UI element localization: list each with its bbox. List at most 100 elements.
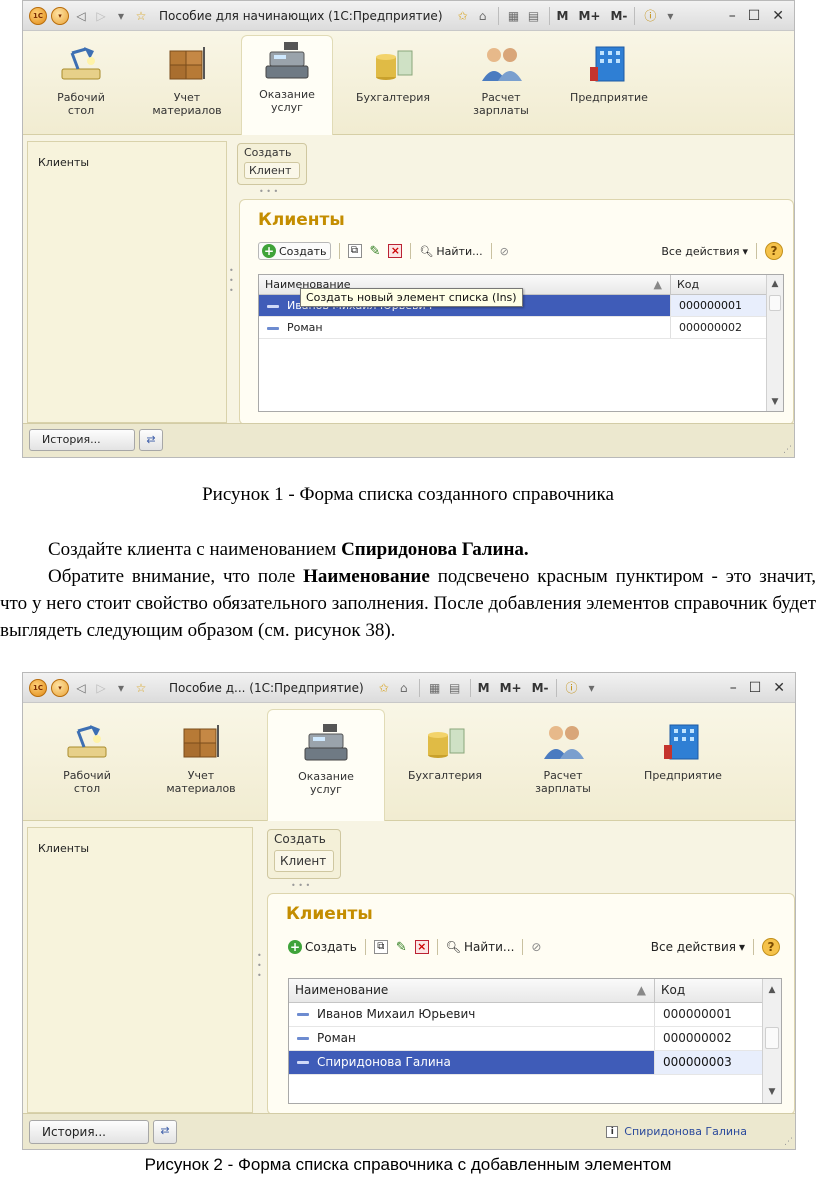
- scroll-up-icon[interactable]: ▲: [763, 979, 781, 1001]
- splitter-handle[interactable]: • • •: [257, 951, 262, 981]
- section-accounting[interactable]: Бухгалтерия: [393, 717, 497, 782]
- info-icon[interactable]: ⓘ: [564, 680, 580, 696]
- minimize-icon[interactable]: –: [730, 680, 737, 696]
- back-arrow-icon[interactable]: ◁: [73, 680, 89, 696]
- back-arrow-icon[interactable]: ◁: [73, 8, 89, 24]
- scroll-down-icon[interactable]: ▼: [767, 393, 783, 411]
- find-button[interactable]: 🔍︎ Найти...: [419, 245, 482, 258]
- section-enterprise[interactable]: Предприятие: [563, 39, 655, 104]
- create-client-button[interactable]: Клиент: [274, 850, 334, 872]
- app-logo-icon[interactable]: 1С: [29, 678, 47, 697]
- vertical-scrollbar[interactable]: ▲ ▼: [766, 275, 783, 411]
- table-row[interactable]: Спиридонова Галина 000000003: [289, 1051, 781, 1075]
- nav-item-clients[interactable]: Клиенты: [28, 142, 226, 183]
- history-dropdown-icon[interactable]: ▾: [113, 8, 129, 24]
- calendar-icon[interactable]: ▤: [447, 680, 463, 696]
- section-payroll[interactable]: Расчет зарплаты: [455, 39, 547, 117]
- form-title: Клиенты: [258, 210, 345, 230]
- copy-icon[interactable]: ⧉: [347, 244, 362, 258]
- memory-mplus-button[interactable]: M+: [578, 9, 600, 23]
- memory-mplus-button[interactable]: M+: [500, 681, 522, 695]
- favorites-star-icon[interactable]: ☆: [133, 8, 149, 24]
- app-logo-icon[interactable]: 1С: [29, 6, 47, 25]
- find-button[interactable]: 🔍︎ Найти...: [446, 940, 515, 954]
- close-icon[interactable]: ✕: [772, 8, 784, 24]
- memory-mminus-button[interactable]: M-: [532, 681, 549, 695]
- home-icon[interactable]: ⌂: [396, 680, 412, 696]
- calculator-icon[interactable]: ▦: [427, 680, 443, 696]
- memory-m-button[interactable]: M: [478, 681, 490, 695]
- calendar-icon[interactable]: ▤: [526, 8, 542, 24]
- section-label: Бухгалтерия: [355, 91, 431, 104]
- scroll-up-icon[interactable]: ▲: [767, 275, 783, 293]
- section-materials[interactable]: Учет материалов: [141, 39, 233, 117]
- edit-pencil-icon[interactable]: ✎: [396, 940, 407, 955]
- splitter-handle[interactable]: • • •: [229, 266, 234, 296]
- figure-caption-2: Рисунок 2 - Форма списка справочника с д…: [144, 1155, 672, 1174]
- column-header-code[interactable]: Код: [655, 979, 763, 1003]
- memory-mminus-button[interactable]: M-: [610, 9, 627, 23]
- info-dropdown-icon[interactable]: ▾: [662, 8, 678, 24]
- vertical-scrollbar[interactable]: ▲ ▼: [762, 979, 781, 1103]
- column-header-name[interactable]: Наименование ▲: [289, 979, 655, 1003]
- forward-arrow-icon[interactable]: ▷: [93, 680, 109, 696]
- edit-pencil-icon[interactable]: ✎: [370, 244, 381, 259]
- connections-icon[interactable]: ⇄: [153, 1120, 177, 1144]
- scroll-thumb[interactable]: [765, 1027, 779, 1049]
- cancel-search-icon[interactable]: ⊘: [500, 245, 509, 258]
- home-icon[interactable]: ⌂: [475, 8, 491, 24]
- section-materials[interactable]: Учет материалов: [155, 717, 247, 795]
- help-icon[interactable]: ?: [765, 242, 783, 260]
- building-icon: [586, 43, 632, 83]
- history-button[interactable]: История...: [29, 429, 135, 451]
- navigation-panel: Клиенты: [27, 827, 253, 1113]
- resize-grip-icon[interactable]: ⋰: [784, 1137, 793, 1147]
- scroll-thumb[interactable]: [769, 295, 781, 311]
- scroll-down-icon[interactable]: ▼: [763, 1081, 781, 1103]
- section-enterprise[interactable]: Предприятие: [633, 717, 733, 782]
- help-icon[interactable]: ?: [762, 938, 780, 956]
- info-dropdown-icon[interactable]: ▾: [584, 680, 600, 696]
- info-icon[interactable]: ⓘ: [642, 8, 658, 24]
- calculator-icon[interactable]: ▦: [506, 8, 522, 24]
- history-dropdown-icon[interactable]: ▾: [113, 680, 129, 696]
- nav-item-clients[interactable]: Клиенты: [28, 828, 252, 869]
- section-payroll[interactable]: Расчет зарплаты: [517, 717, 609, 795]
- add-favorite-icon[interactable]: ✩: [455, 8, 471, 24]
- all-actions-button[interactable]: Все действия ▾: [661, 245, 748, 258]
- maximize-icon[interactable]: ☐: [748, 8, 761, 24]
- connections-icon[interactable]: ⇄: [139, 429, 163, 451]
- section-desktop[interactable]: Рабочий стол: [35, 39, 127, 117]
- cancel-search-icon[interactable]: ⊘: [531, 940, 541, 954]
- section-services[interactable]: Оказание услуг: [241, 35, 333, 135]
- memory-m-button[interactable]: M: [557, 9, 569, 23]
- table-row[interactable]: Роман 000000002: [289, 1027, 781, 1051]
- favorites-star-icon[interactable]: ☆: [133, 680, 149, 696]
- section-desktop[interactable]: Рабочий стол: [41, 717, 133, 795]
- delete-mark-icon[interactable]: ×: [414, 940, 429, 954]
- section-services[interactable]: Оказание услуг: [267, 709, 385, 821]
- add-favorite-icon[interactable]: ✩: [376, 680, 392, 696]
- magnifier-icon: 🔍︎: [419, 244, 434, 258]
- create-client-button[interactable]: Клиент: [244, 162, 300, 179]
- create-button[interactable]: + Создать: [288, 940, 357, 954]
- create-panel: Создать Клиент: [267, 829, 341, 879]
- menu-dropdown-icon[interactable]: ▾: [51, 6, 69, 25]
- delete-mark-icon[interactable]: ×: [388, 244, 403, 258]
- copy-icon[interactable]: ⧉: [373, 940, 388, 954]
- resize-grip-icon[interactable]: ⋰: [783, 445, 792, 455]
- close-icon[interactable]: ✕: [773, 680, 785, 696]
- column-header-code[interactable]: Код: [671, 275, 767, 295]
- table-row[interactable]: Роман 000000002: [259, 317, 783, 339]
- section-label: Расчет зарплаты: [473, 91, 529, 117]
- section-accounting[interactable]: Бухгалтерия: [347, 39, 439, 104]
- clients-table[interactable]: Наименование ▲ Код Иванов Михаил Юрьевич…: [288, 978, 782, 1104]
- menu-dropdown-icon[interactable]: ▾: [51, 678, 69, 697]
- table-row[interactable]: Иванов Михаил Юрьевич 000000001: [289, 1003, 781, 1027]
- maximize-icon[interactable]: ☐: [749, 680, 762, 696]
- minimize-icon[interactable]: –: [729, 8, 736, 24]
- forward-arrow-icon[interactable]: ▷: [93, 8, 109, 24]
- all-actions-button[interactable]: Все действия ▾: [651, 940, 745, 954]
- history-button[interactable]: История...: [29, 1120, 149, 1144]
- create-button[interactable]: + Создать: [258, 242, 331, 260]
